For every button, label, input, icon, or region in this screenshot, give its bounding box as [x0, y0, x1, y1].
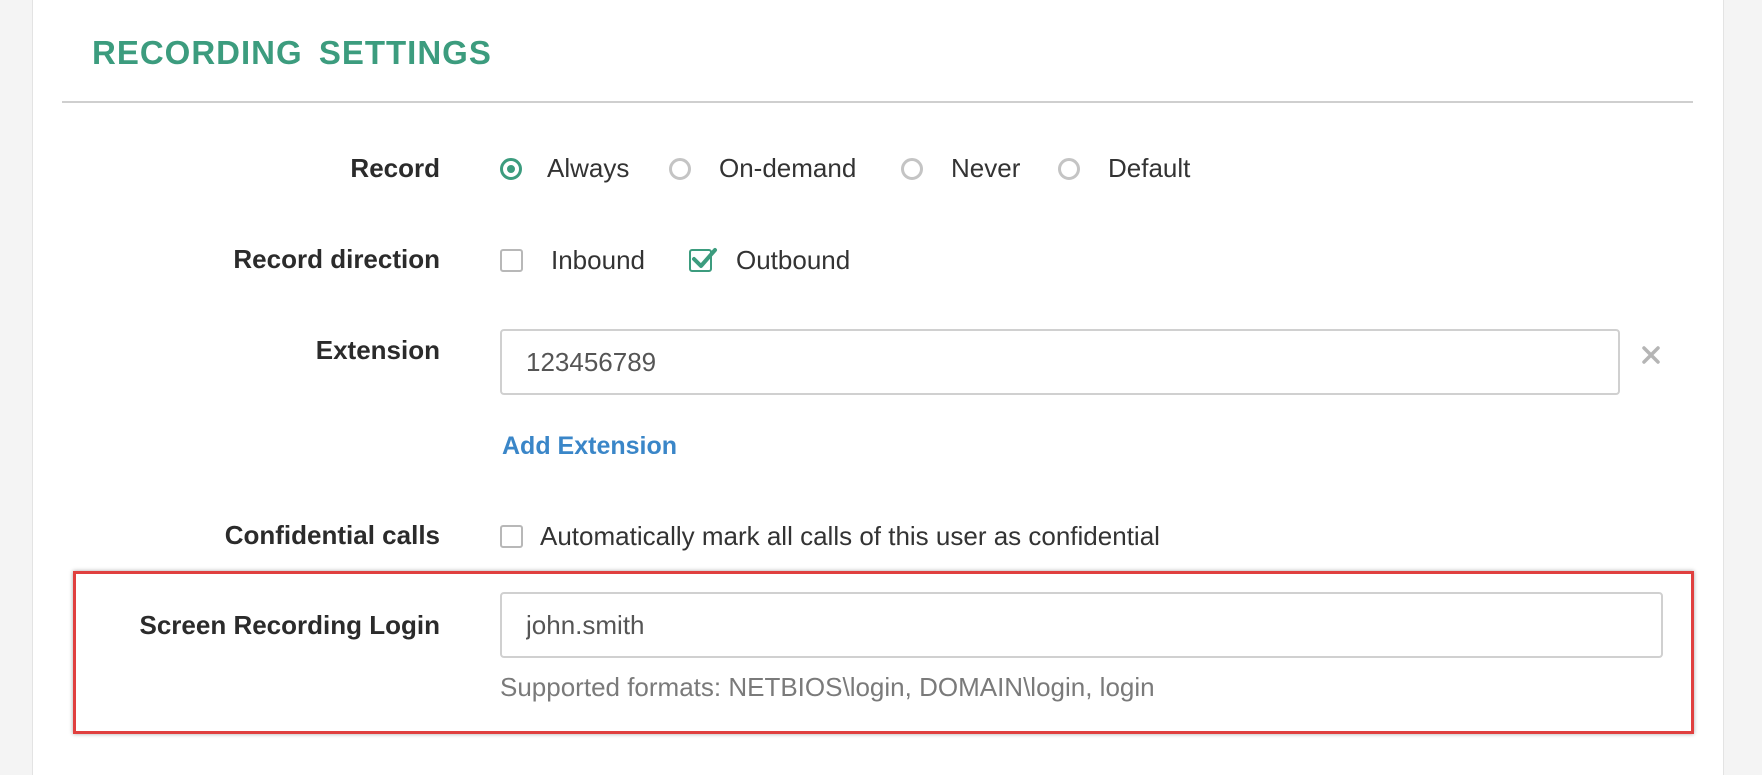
checkbox-checked-icon[interactable] [689, 248, 717, 272]
radio-icon[interactable] [669, 157, 691, 180]
record-label: Record [350, 153, 440, 183]
login-format-help-text: Supported formats: NETBIOS\login, DOMAIN… [500, 672, 1155, 702]
radio-label: Never [951, 153, 1021, 183]
extension-label: Extension [315, 335, 440, 365]
screen-recording-login-input[interactable] [500, 592, 1663, 658]
extension-input[interactable] [500, 329, 1620, 395]
direction-option-outbound[interactable]: Outbound [689, 245, 850, 276]
add-extension-link[interactable]: Add Extension [502, 432, 677, 461]
confidential-option[interactable]: Automatically mark all calls of this use… [500, 521, 1160, 552]
checkmark-icon [692, 248, 717, 268]
radio-icon[interactable] [1058, 157, 1080, 180]
confidential-calls-label: Confidential calls [224, 520, 440, 550]
checkbox-label: Inbound [551, 245, 645, 275]
radio-label: Default [1108, 153, 1191, 183]
radio-label: Always [547, 153, 630, 183]
checkbox-label: Automatically mark all calls of this use… [540, 521, 1160, 551]
checkbox-label: Outbound [736, 245, 851, 275]
screen-recording-login-label: Screen Recording Login [139, 610, 441, 640]
record-direction-label: Record direction [233, 244, 440, 274]
close-icon[interactable] [1640, 344, 1662, 366]
radio-icon[interactable] [901, 157, 923, 180]
radio-label: On-demand [719, 153, 857, 183]
checkbox-icon[interactable] [500, 525, 523, 548]
record-option-never[interactable]: Never [901, 153, 1020, 184]
record-option-default[interactable]: Default [1058, 153, 1190, 184]
record-option-always[interactable]: Always [500, 153, 629, 184]
direction-option-inbound[interactable]: Inbound [500, 245, 645, 276]
radio-checked-icon[interactable] [500, 157, 522, 180]
section-divider [62, 101, 1693, 103]
record-option-on-demand[interactable]: On-demand [669, 153, 856, 184]
checkbox-icon[interactable] [500, 249, 523, 272]
section-title: RECORDING SETTINGS [92, 34, 492, 71]
